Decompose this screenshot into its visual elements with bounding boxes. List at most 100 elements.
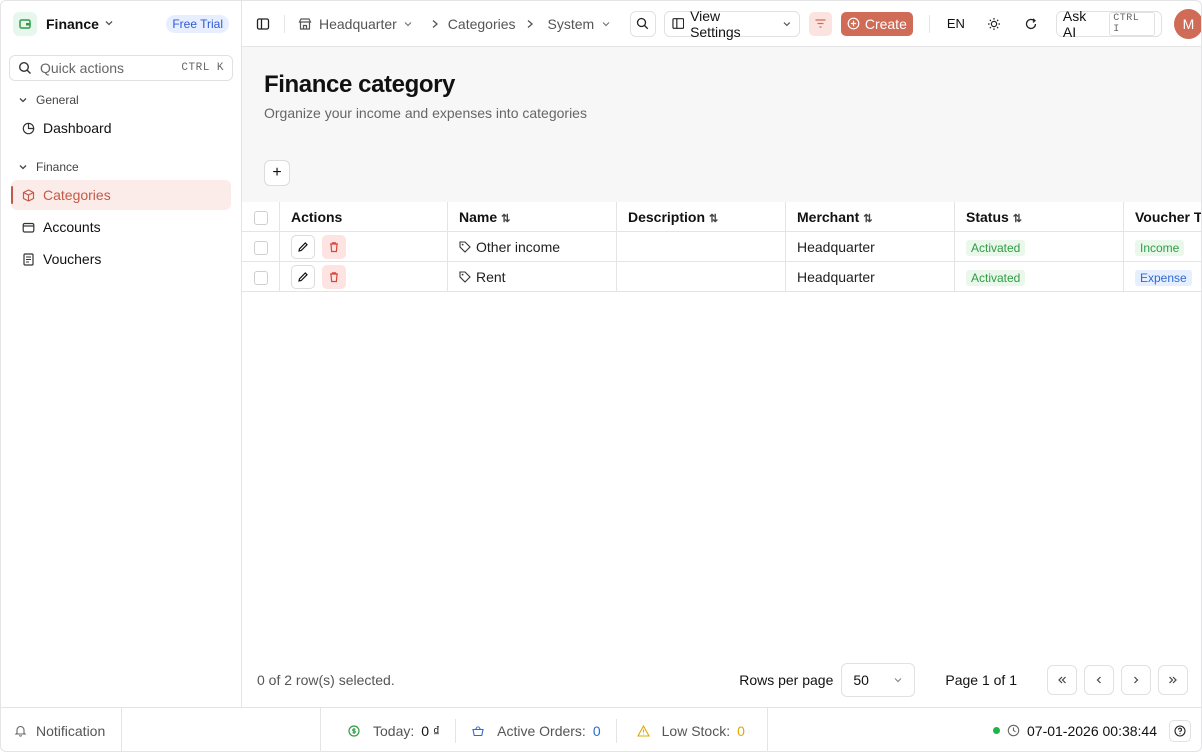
chevron-right-icon xyxy=(1134,676,1139,684)
online-status-dot xyxy=(993,727,1000,734)
sidebar-item-label: Dashboard xyxy=(43,120,112,136)
category-merchant: Headquarter xyxy=(785,231,955,262)
select-all-checkbox[interactable] xyxy=(254,210,268,225)
edit-button[interactable] xyxy=(291,234,315,259)
column-status[interactable]: Status ⇅ xyxy=(954,201,1124,232)
pencil-icon xyxy=(298,241,308,252)
ask-ai-button[interactable]: Ask AI CTRL I xyxy=(1055,7,1162,40)
quick-actions-search[interactable]: Quick actions CTRL K xyxy=(9,55,233,81)
group-finance[interactable]: Finance xyxy=(1,156,241,178)
theme-toggle-sun-icon[interactable] xyxy=(987,17,1001,31)
view-settings-label: View Settings xyxy=(690,7,741,40)
clock-icon xyxy=(1007,724,1020,737)
divider xyxy=(615,718,617,743)
category-description xyxy=(616,231,786,262)
orders-value: 0 xyxy=(592,722,601,739)
low-stock: Low Stock: 0 xyxy=(636,722,745,739)
avatar[interactable]: M xyxy=(1173,8,1201,39)
wallet-icon xyxy=(22,222,35,233)
edit-button[interactable] xyxy=(291,264,315,289)
last-page-button[interactable] xyxy=(1158,665,1188,695)
divider xyxy=(766,707,768,751)
table-footer: 0 of 2 row(s) selected. Rows per page 50… xyxy=(242,653,1201,707)
trash-icon xyxy=(330,241,338,252)
search-icon xyxy=(18,61,31,74)
breadcrumb-categories[interactable]: Categories xyxy=(448,16,516,32)
breadcrumb: Headquarter Categories System xyxy=(298,16,611,32)
chevron-down-icon xyxy=(602,21,610,26)
chevrons-left-icon xyxy=(1058,676,1066,684)
sidebar-item-label: Accounts xyxy=(43,219,101,235)
column-actions: Actions xyxy=(279,201,448,232)
add-category-button[interactable]: + xyxy=(264,160,290,186)
column-label: Description xyxy=(628,208,706,225)
filter-icon xyxy=(815,19,826,28)
page-subtitle: Organize your income and expenses into c… xyxy=(264,105,587,121)
sort-icon[interactable]: ⇅ xyxy=(863,213,872,225)
column-voucher-type[interactable]: Voucher Type xyxy=(1123,201,1201,232)
breadcrumb-system[interactable]: System xyxy=(548,16,595,32)
delete-button[interactable] xyxy=(322,234,346,259)
chevron-right-icon xyxy=(432,19,438,28)
ask-ai-label: Ask AI xyxy=(1062,7,1087,40)
basket-icon xyxy=(472,725,484,736)
voucher-type-badge: Expense xyxy=(1135,269,1192,286)
clock: 07-01-2026 00:38:44 xyxy=(993,723,1157,739)
column-name[interactable]: Name ⇅ xyxy=(447,201,617,232)
sort-icon[interactable]: ⇅ xyxy=(1013,213,1022,225)
sidebar: Finance Free Trial Quick actions CTRL K … xyxy=(1,1,242,707)
dollar-circle-icon xyxy=(348,724,360,737)
row-checkbox[interactable] xyxy=(254,270,268,285)
divider xyxy=(320,707,321,751)
table-row: Other income Headquarter Activated Incom… xyxy=(242,231,1201,262)
rows-per-page-select[interactable]: 50 xyxy=(841,663,916,697)
notification-button[interactable]: Notification xyxy=(1,723,121,739)
document-icon xyxy=(23,252,34,266)
chevron-down-icon xyxy=(19,98,27,103)
create-button[interactable]: Create xyxy=(840,11,913,36)
sidebar-item-accounts[interactable]: Accounts xyxy=(11,212,231,242)
ask-ai-shortcut: CTRL I xyxy=(1109,11,1155,36)
breadcrumb-headquarter[interactable]: Headquarter xyxy=(319,16,397,32)
dashboard-icon xyxy=(22,122,35,134)
filter-button[interactable] xyxy=(808,11,832,36)
view-settings-button[interactable]: View Settings xyxy=(663,7,800,40)
divider xyxy=(928,14,930,33)
first-page-button[interactable] xyxy=(1047,665,1077,695)
chevron-right-icon xyxy=(527,19,533,28)
sidebar-toggle-icon[interactable] xyxy=(256,17,270,31)
column-merchant[interactable]: Merchant ⇅ xyxy=(785,201,955,232)
free-trial-badge[interactable]: Free Trial xyxy=(166,15,229,33)
sidebar-item-dashboard[interactable]: Dashboard xyxy=(11,113,231,143)
row-checkbox[interactable] xyxy=(254,240,268,255)
trash-icon xyxy=(330,271,338,282)
column-description[interactable]: Description ⇅ xyxy=(616,201,786,232)
chevron-down-icon xyxy=(19,165,27,170)
column-label: Merchant xyxy=(797,208,860,225)
search-button[interactable] xyxy=(630,10,656,37)
next-page-button[interactable] xyxy=(1121,665,1151,695)
previous-page-button[interactable] xyxy=(1084,665,1114,695)
group-general[interactable]: General xyxy=(1,89,241,111)
sort-icon[interactable]: ⇅ xyxy=(501,213,510,225)
box-icon xyxy=(22,188,35,202)
status-badge: Activated xyxy=(966,239,1026,256)
app-window: Finance Free Trial Quick actions CTRL K … xyxy=(0,0,1202,752)
app-switcher[interactable]: Finance Free Trial xyxy=(1,1,241,47)
delete-button[interactable] xyxy=(322,264,346,289)
sidebar-item-categories[interactable]: Categories xyxy=(11,180,231,210)
table-header-row: Actions Name ⇅ Description ⇅ Merchant ⇅ Sta… xyxy=(242,201,1201,232)
quick-actions-shortcut: CTRL K xyxy=(181,62,224,74)
create-label: Create xyxy=(864,15,907,32)
category-description xyxy=(616,261,786,292)
voucher-type-badge: Income xyxy=(1135,239,1185,256)
help-button[interactable] xyxy=(1169,719,1191,742)
datetime: 07-01-2026 00:38:44 xyxy=(1027,722,1157,739)
page-header: Finance category Organize your income an… xyxy=(242,47,1201,202)
sort-icon[interactable]: ⇅ xyxy=(709,213,718,225)
today-value: 0 ₫ xyxy=(421,722,441,739)
language-switcher[interactable]: EN xyxy=(947,16,965,31)
sidebar-item-vouchers[interactable]: Vouchers xyxy=(11,244,231,274)
refresh-icon[interactable] xyxy=(1024,17,1038,31)
stock-value: 0 xyxy=(737,722,745,739)
